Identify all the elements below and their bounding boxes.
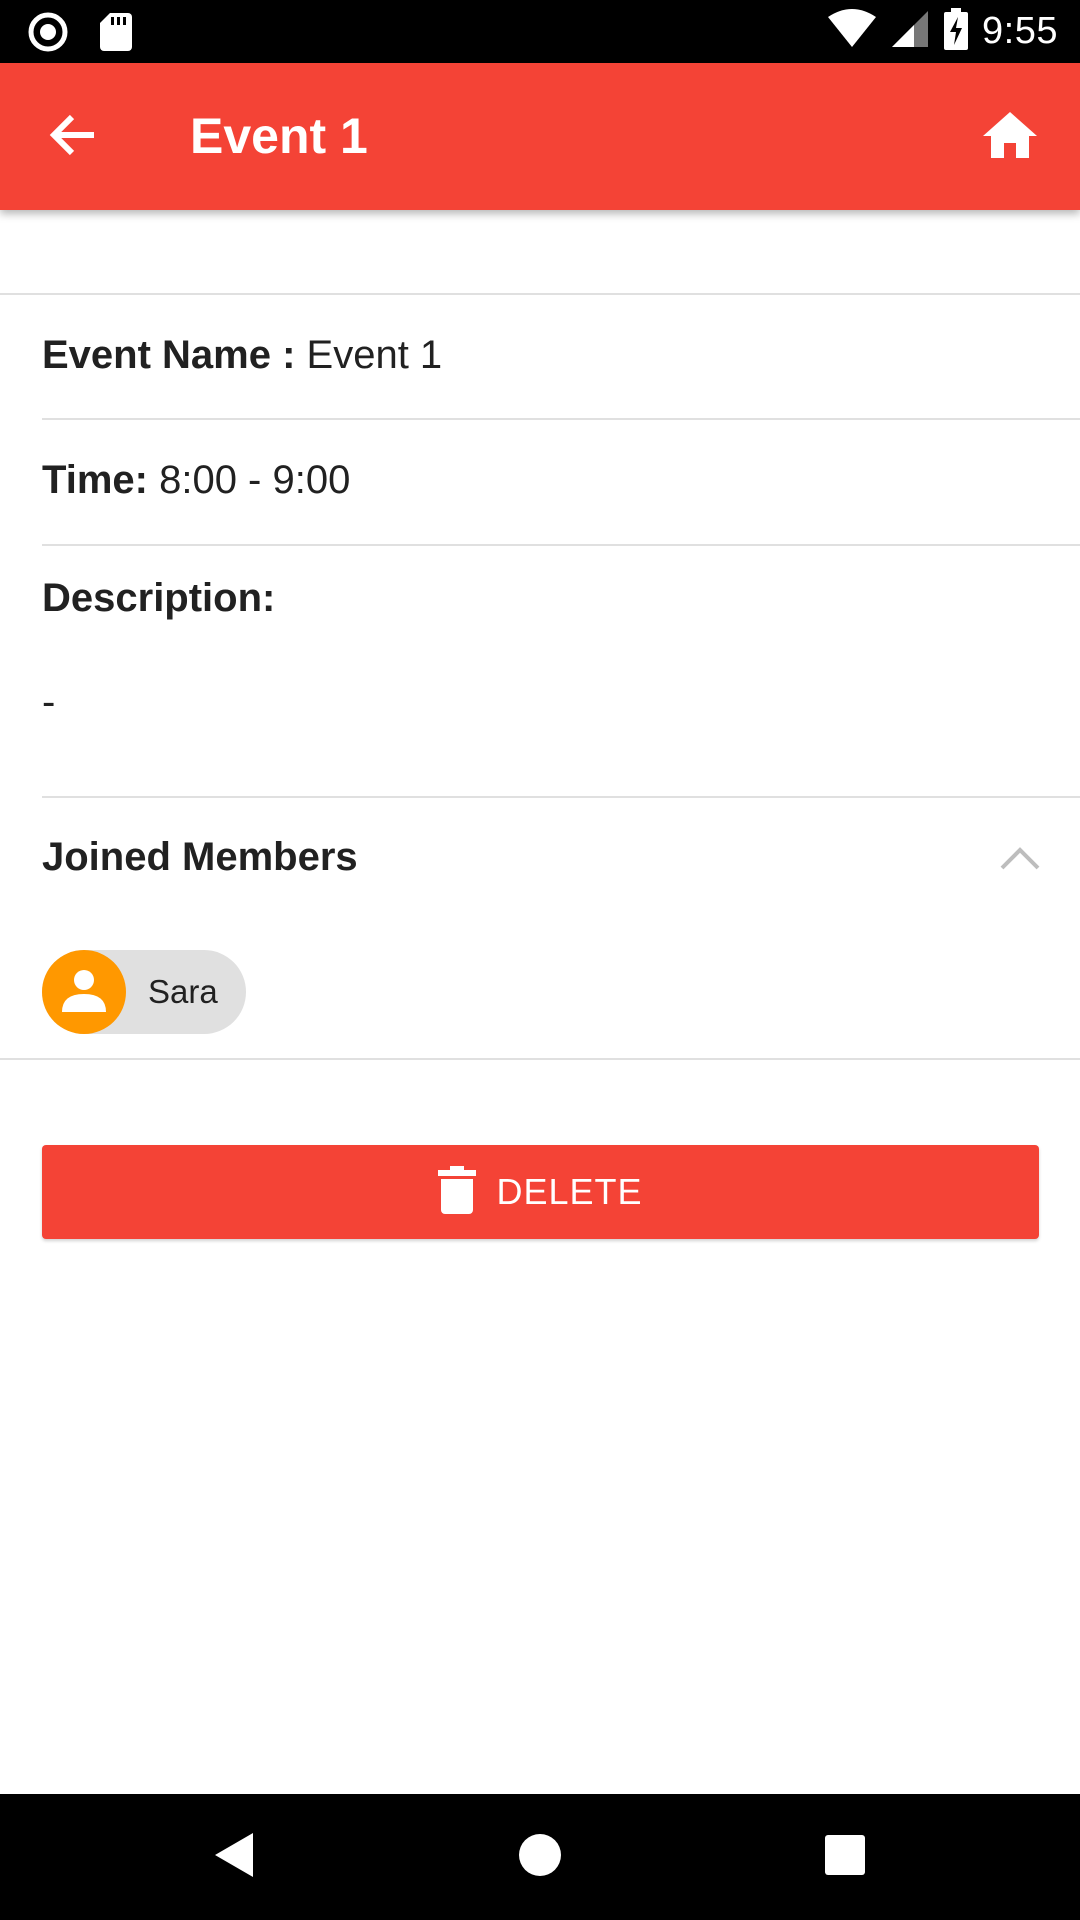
nav-back-icon [213,1831,257,1884]
trash-icon [438,1165,477,1219]
description-value: - [42,680,56,724]
home-icon [983,111,1037,163]
home-button[interactable] [980,107,1040,167]
nav-home-icon [517,1832,563,1883]
navigation-bar [0,1794,1080,1920]
status-bar: 9:55 [0,0,1080,63]
avatar [42,950,126,1034]
member-chip[interactable]: Sara [42,950,246,1034]
nav-home-button[interactable] [507,1824,573,1890]
delete-label: DELETE [496,1171,643,1212]
members-toggle-button[interactable] [998,842,1042,872]
delete-button[interactable]: DELETE [42,1145,1039,1239]
event-name-row: Event Name : Event 1 [42,333,442,378]
content-top-divider [0,293,1080,295]
cellular-signal-icon [890,9,930,54]
battery-charging-icon [944,8,969,55]
joined-members-title: Joined Members [42,835,358,879]
event-name-value: Event 1 [295,333,443,377]
nav-recents-icon [824,1834,866,1881]
time-value: 8:00 - 9:00 [147,458,351,502]
back-button[interactable] [44,109,100,165]
status-time: 9:55 [982,10,1058,52]
divider [42,544,1080,546]
person-icon [60,966,108,1019]
chevron-up-icon [998,847,1042,876]
wifi-icon [828,9,877,54]
divider [42,418,1080,420]
page-title: Event 1 [190,108,368,164]
arrow-back-icon [48,113,96,162]
record-icon [28,12,68,57]
description-label: Description: [42,576,276,620]
description-heading: Description: [42,576,275,621]
status-bar-right: 9:55 [828,8,1058,55]
status-bar-left [28,12,132,57]
nav-back-button[interactable] [202,1824,268,1890]
section-divider [0,1058,1080,1060]
event-name-label: Event Name : [42,333,296,377]
time-row: Time: 8:00 - 9:00 [42,458,350,503]
divider [42,796,1080,798]
app-bar: Event 1 [0,63,1080,210]
sd-card-icon [100,13,132,56]
time-label: Time: [42,458,148,502]
nav-recents-button[interactable] [812,1824,878,1890]
member-name: Sara [148,973,218,1010]
